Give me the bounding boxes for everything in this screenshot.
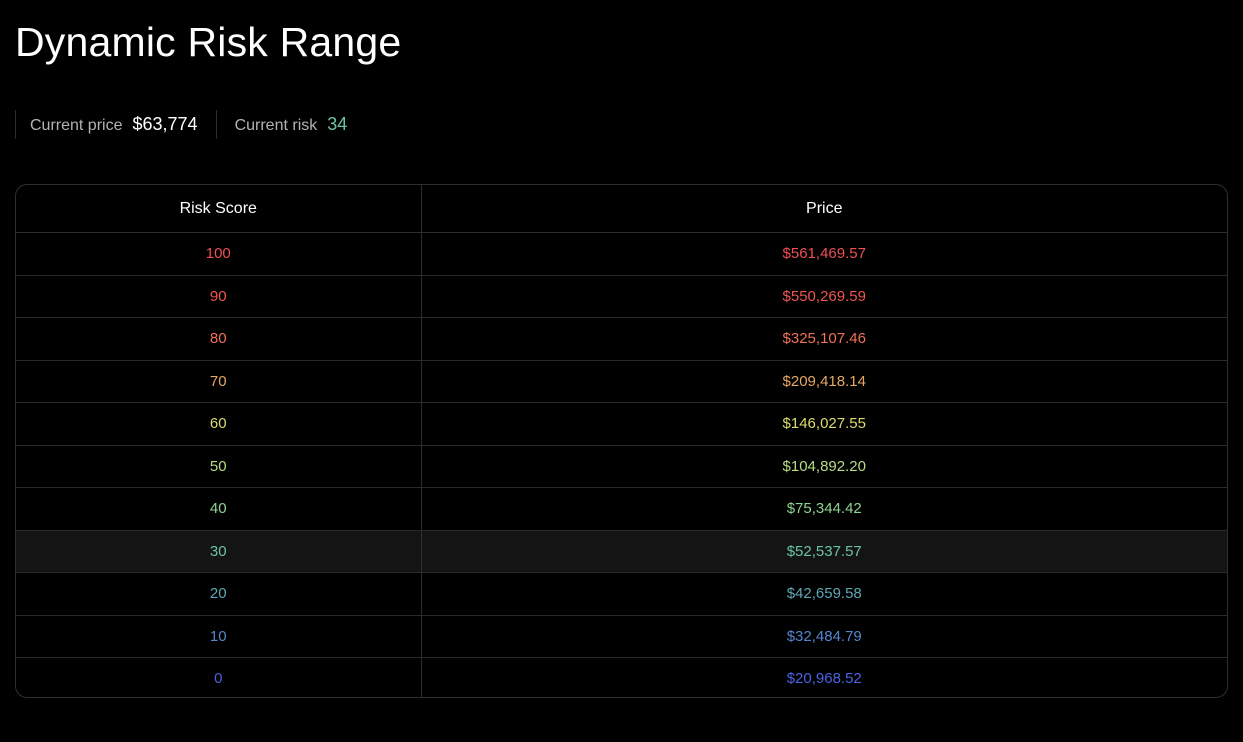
- current-price-stat: Current price $63,774: [15, 110, 198, 139]
- price-cell: $550,269.59: [420, 274, 1227, 318]
- table-row[interactable]: 90 $550,269.59: [16, 274, 1227, 318]
- risk-score-cell: 50: [16, 444, 421, 488]
- stats-bar: Current price $63,774 Current risk 34: [15, 110, 347, 139]
- price-cell: $209,418.14: [420, 359, 1227, 403]
- column-header-risk-score[interactable]: Risk Score: [16, 185, 421, 233]
- current-price-label: Current price: [30, 117, 123, 134]
- current-risk-label: Current risk: [234, 117, 318, 134]
- price-cell: $75,344.42: [420, 487, 1227, 530]
- price-cell: $42,659.58: [420, 572, 1227, 615]
- table-row[interactable]: 10 $32,484.79: [16, 614, 1227, 658]
- table-row[interactable]: 50 $104,892.20: [16, 444, 1227, 488]
- table-row[interactable]: 20 $42,659.58: [16, 572, 1227, 615]
- risk-score-cell: 30: [16, 529, 421, 573]
- price-cell: $52,537.57: [420, 529, 1227, 573]
- column-header-price[interactable]: Price: [420, 185, 1227, 233]
- risk-range-table: Risk Score Price 100 $561,469.57 90 $550,26…: [15, 184, 1228, 698]
- current-risk-value: 34: [327, 114, 348, 134]
- table-body: 100 $561,469.57 90 $550,269.59 80 $325,107.46…: [16, 232, 1227, 697]
- risk-score-cell: 70: [16, 359, 421, 403]
- price-cell: $146,027.55: [420, 402, 1227, 445]
- page: Dynamic Risk Range Current price $63,774…: [0, 0, 1243, 742]
- risk-score-cell: 90: [16, 274, 421, 318]
- table-row[interactable]: 70 $209,418.14: [16, 359, 1227, 403]
- risk-score-cell: 10: [16, 614, 421, 658]
- page-title: Dynamic Risk Range: [15, 19, 402, 65]
- table-row[interactable]: 0 $20,968.52: [16, 657, 1227, 697]
- risk-score-cell: 40: [16, 487, 421, 530]
- table-row[interactable]: 60 $146,027.55: [16, 402, 1227, 445]
- current-risk-stat: Current risk 34: [215, 110, 348, 139]
- current-price-value: $63,774: [132, 114, 198, 134]
- table-row[interactable]: 40 $75,344.42: [16, 487, 1227, 530]
- table-row[interactable]: 80 $325,107.46: [16, 317, 1227, 360]
- price-cell: $20,968.52: [420, 657, 1227, 697]
- risk-score-cell: 20: [16, 572, 421, 615]
- table-row[interactable]: 30 $52,537.57: [16, 529, 1227, 573]
- table-row[interactable]: 100 $561,469.57: [16, 232, 1227, 275]
- table-header-row: Risk Score Price: [16, 185, 1227, 233]
- risk-score-cell: 100: [16, 232, 421, 275]
- risk-score-cell: 0: [16, 657, 421, 697]
- risk-score-cell: 60: [16, 402, 421, 445]
- price-cell: $104,892.20: [420, 444, 1227, 488]
- risk-score-cell: 80: [16, 317, 421, 360]
- price-cell: $325,107.46: [420, 317, 1227, 360]
- price-cell: $32,484.79: [420, 614, 1227, 658]
- price-cell: $561,469.57: [420, 232, 1227, 275]
